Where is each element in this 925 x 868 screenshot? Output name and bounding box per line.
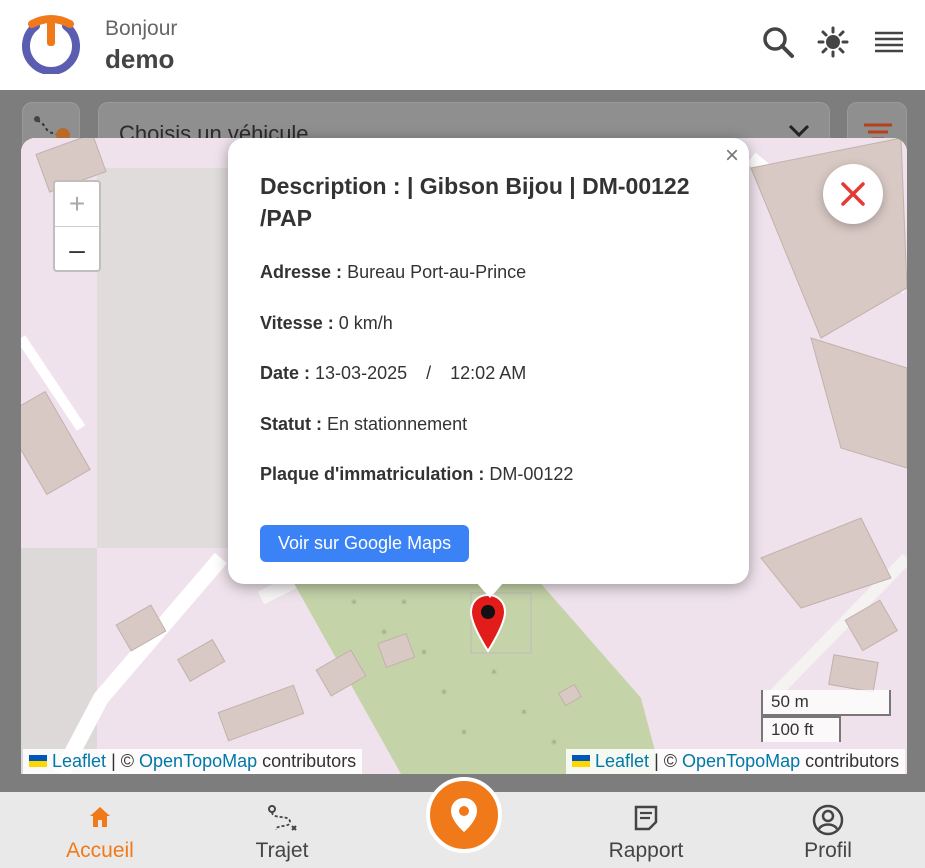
popup-close-button[interactable]: × — [725, 142, 739, 170]
date-row: Date : 13-03-2025 / 12:02 AM — [260, 363, 526, 384]
address-row: Adresse : Bureau Port-au-Prince — [260, 262, 526, 283]
zoom-out-button[interactable]: – — [55, 227, 99, 272]
close-map-button[interactable] — [823, 164, 883, 224]
attribution-suffix: contributors — [262, 751, 357, 771]
google-maps-button[interactable]: Voir sur Google Maps — [260, 525, 470, 562]
attribution-sep: | © — [111, 751, 135, 771]
menu-icon[interactable] — [871, 24, 907, 60]
popup-tip — [476, 582, 504, 598]
center-location-button[interactable] — [426, 777, 502, 853]
plate-row: Plaque d'immatriculation : DM-00122 — [260, 464, 573, 485]
map-attribution-right: Leaflet | © OpenTopoMap contributors — [566, 749, 906, 774]
date-label: Date : — [260, 363, 311, 383]
nav-label-profil: Profil — [804, 839, 852, 862]
home-icon — [90, 807, 110, 827]
ukraine-flag-icon — [29, 755, 47, 768]
opentopomap-link[interactable]: OpenTopoMap — [139, 751, 257, 771]
search-icon[interactable] — [760, 24, 796, 60]
plate-value: DM-00122 — [489, 464, 574, 484]
zoom-in-button[interactable]: + — [55, 182, 99, 227]
report-icon — [634, 805, 658, 831]
speed-row: Vitesse : 0 km/h — [260, 313, 393, 334]
profile-icon — [812, 804, 844, 836]
speed-value: 0 km/h — [338, 313, 393, 333]
svg-text:*: * — [351, 597, 357, 611]
address-label: Adresse : — [260, 262, 343, 282]
popup-title: Description : | Gibson Bijou | DM-00122 … — [260, 173, 690, 231]
vehicle-info-popup: × Description : | Gibson Bijou | DM-0012… — [228, 138, 749, 584]
greeting-text: Bonjour — [105, 17, 178, 40]
status-label: Statut : — [260, 414, 322, 434]
nav-item-rapport[interactable]: Rapport — [581, 792, 711, 868]
plate-label: Plaque d'immatriculation : — [260, 464, 485, 484]
svg-text:*: * — [421, 647, 427, 661]
leaflet-link[interactable]: Leaflet — [595, 751, 649, 771]
nav-label-rapport: Rapport — [608, 839, 684, 862]
brightness-icon[interactable] — [815, 24, 851, 60]
nav-item-trajet[interactable]: Trajet — [217, 792, 347, 868]
leaflet-link[interactable]: Leaflet — [52, 751, 106, 771]
speed-label: Vitesse : — [260, 313, 334, 333]
nav-item-accueil[interactable]: Accueil — [35, 792, 165, 868]
app-logo-icon — [22, 15, 80, 74]
svg-text:*: * — [491, 667, 497, 681]
svg-text:*: * — [381, 627, 387, 641]
attribution-sep: | © — [654, 751, 678, 771]
scale-imperial: 100 ft — [761, 716, 841, 742]
date-value: 13-03-2025 — [315, 363, 408, 383]
ukraine-flag-icon — [572, 755, 590, 768]
svg-text:*: * — [461, 727, 467, 741]
close-icon — [841, 182, 865, 206]
opentopomap-link[interactable]: OpenTopoMap — [682, 751, 800, 771]
map-scale: 50 m 100 ft — [761, 690, 891, 742]
svg-text:*: * — [441, 687, 447, 701]
scale-metric: 50 m — [761, 690, 891, 716]
nav-label-trajet: Trajet — [255, 839, 309, 862]
svg-text:*: * — [401, 597, 407, 611]
time-value: 12:02 AM — [450, 363, 527, 383]
status-row: Statut : En stationnement — [260, 414, 467, 435]
nav-label-accueil: Accueil — [66, 839, 134, 862]
map-attribution-left: Leaflet | © OpenTopoMap contributors — [23, 749, 363, 774]
svg-text:*: * — [551, 737, 557, 751]
location-pin-icon — [451, 798, 477, 832]
status-value: En stationnement — [327, 414, 468, 434]
svg-text:*: * — [521, 707, 527, 721]
date-separator: / — [426, 363, 432, 383]
chevron-down-icon — [788, 124, 810, 138]
address-value: Bureau Port-au-Prince — [347, 262, 527, 282]
route-icon — [268, 805, 297, 831]
username-text: demo — [105, 44, 175, 74]
attribution-suffix: contributors — [805, 751, 900, 771]
app-header: Bonjour demo — [0, 0, 925, 90]
vehicle-location-marker-icon[interactable] — [469, 593, 507, 655]
zoom-control: + – — [53, 180, 101, 272]
nav-item-profil[interactable]: Profil — [763, 792, 893, 868]
